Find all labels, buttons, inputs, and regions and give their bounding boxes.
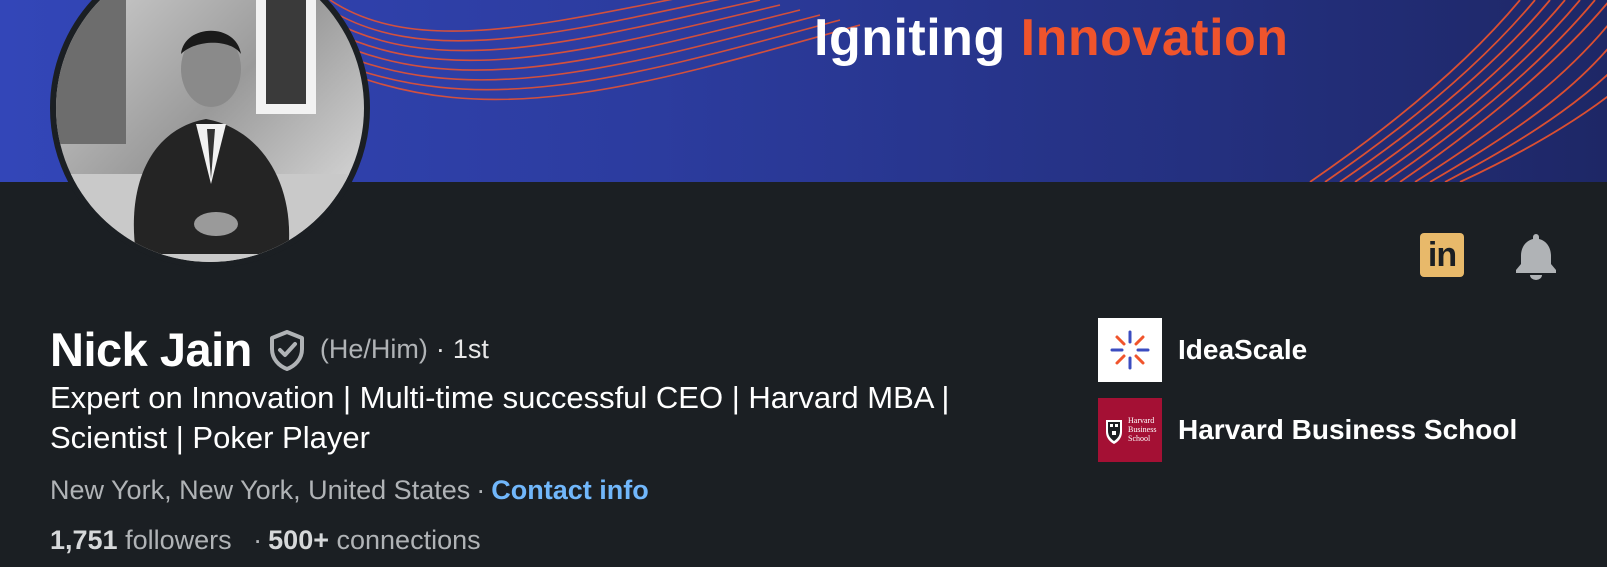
pronouns: (He/Him) — [319, 334, 428, 364]
org-name: IdeaScale — [1178, 334, 1308, 365]
hbs-logo-text-line: School — [1128, 434, 1151, 443]
org-harvard-business-school[interactable]: Harvard Business School Harvard Business… — [1098, 398, 1517, 462]
profile-location: New York, New York, United States — [50, 475, 471, 505]
profile-headline: Expert on Innovation | Multi-time succes… — [50, 380, 950, 455]
separator-dot: · — [435, 334, 445, 364]
connection-degree: 1st — [452, 334, 489, 364]
profile-card: Igniting Innovation in Nick Jain (He/Him… — [0, 0, 1607, 567]
ideascale-logo — [1098, 318, 1162, 382]
linkedin-icon[interactable]: in — [1420, 233, 1464, 277]
followers-label[interactable]: followers — [125, 525, 232, 555]
avatar-photo — [56, 0, 364, 262]
hbs-logo-text-line: Harvard — [1128, 416, 1155, 425]
name-row: Nick Jain (He/Him) · 1st — [50, 322, 489, 377]
bell-icon[interactable] — [1514, 232, 1558, 280]
stats-row: 1,751 followers · 500+ connections — [50, 525, 481, 556]
hbs-logo: Harvard Business School — [1098, 398, 1162, 462]
hbs-logo-text: Harvard Business School — [1128, 416, 1156, 443]
hbs-logo-text-line: Business — [1128, 425, 1157, 434]
banner-title-word-1: Igniting — [814, 9, 1006, 67]
followers-count[interactable]: 1,751 — [50, 525, 118, 555]
verified-shield-icon[interactable] — [268, 329, 306, 371]
connections-count[interactable]: 500+ — [268, 525, 329, 555]
connections-label[interactable]: connections — [337, 525, 481, 555]
banner-title-word-2: Innovation — [1020, 9, 1289, 67]
profile-avatar[interactable] — [50, 0, 370, 268]
separator-dot: · — [476, 475, 486, 505]
profile-name: Nick Jain — [50, 323, 252, 376]
org-name: Harvard Business School — [1178, 414, 1518, 445]
org-ideascale[interactable]: IdeaScale — [1098, 318, 1307, 382]
contact-info-link[interactable]: Contact info — [491, 475, 648, 505]
location-row: New York, New York, United States · Contac… — [50, 475, 649, 506]
separator-dot: · — [253, 525, 263, 555]
